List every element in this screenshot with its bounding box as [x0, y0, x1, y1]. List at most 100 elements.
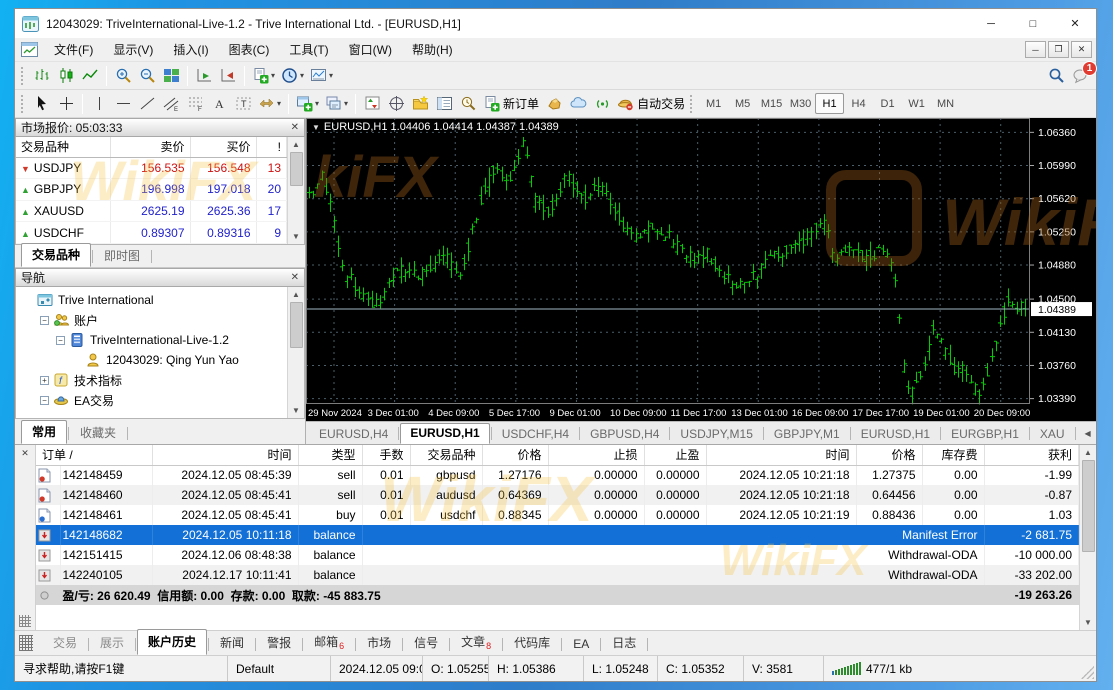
notifications-button[interactable]: 1	[1068, 61, 1097, 87]
market-watch-row[interactable]: ▲ USDCHF 0.89307 0.89316 9	[16, 221, 287, 244]
templates-button[interactable]: ▾	[307, 64, 336, 87]
market-watch-header[interactable]: 交易品种 卖价 买价!	[16, 137, 287, 158]
maximize-button[interactable]: □	[1012, 9, 1054, 38]
market-watch-column-header[interactable]: 买价	[190, 137, 257, 158]
arrows-button[interactable]: ▾	[255, 92, 284, 115]
timeframe-w1[interactable]: W1	[902, 93, 931, 114]
new-order-button[interactable]: 新订单	[480, 92, 542, 115]
new-chart-button[interactable]: ▾	[293, 92, 322, 115]
title-bar[interactable]: 12043029: TriveInternational-Live-1.2 - …	[15, 9, 1096, 38]
terminal-tab-账户历史[interactable]: 账户历史	[137, 629, 208, 655]
chart-tab[interactable]: USDJPY,M15	[671, 425, 761, 444]
history-row[interactable]: 142240105 2024.12.17 10:11:41 balance Withd…	[36, 565, 1079, 585]
dropdown-arrow-icon[interactable]: ▾	[315, 99, 319, 108]
timeframe-m15[interactable]: M15	[757, 93, 786, 114]
scroll-up-icon[interactable]: ▲	[289, 287, 304, 302]
chart-tab[interactable]: EURUSD,H4	[310, 425, 397, 444]
chart-window[interactable]: ▼ EURUSD,H1 1.04406 1.04414 1.04387 1.043…	[306, 118, 1096, 421]
timeframe-m1[interactable]: M1	[699, 93, 728, 114]
timeframe-m30[interactable]: M30	[786, 93, 815, 114]
scroll-thumb[interactable]	[289, 152, 303, 186]
strategy-tester-button[interactable]	[456, 92, 480, 115]
toolbar-grip[interactable]	[21, 66, 26, 85]
data-window-button[interactable]	[384, 92, 408, 115]
tab-收藏夹[interactable]: 收藏夹	[70, 422, 126, 444]
navigator-caption[interactable]: 导航 ✕	[15, 268, 305, 287]
navigator-close-icon[interactable]: ✕	[291, 272, 299, 283]
channel-button[interactable]: E	[159, 92, 183, 115]
menu-item[interactable]: 文件(F)	[44, 40, 103, 60]
scroll-up-icon[interactable]: ▲	[1081, 445, 1096, 460]
history-column-header[interactable]: 订单 /	[36, 445, 153, 466]
navigator-item[interactable]: − 账户	[16, 310, 287, 330]
cursor-button[interactable]	[30, 92, 54, 115]
chart-tab[interactable]: GBPUSD,H4	[581, 425, 668, 444]
dropdown-arrow-icon[interactable]: ▾	[300, 71, 304, 80]
menu-item[interactable]: 工具(T)	[279, 40, 338, 60]
toolbar-grip[interactable]	[21, 94, 26, 113]
navigator-item[interactable]: 12043029: Qing Yun Yao	[16, 350, 287, 370]
chart-tab[interactable]: EURGBP,H1	[942, 425, 1028, 444]
dropdown-arrow-icon[interactable]: ▾	[344, 99, 348, 108]
toolbar-grip[interactable]	[690, 94, 695, 113]
terminal-tab-交易[interactable]: 交易	[43, 631, 87, 655]
history-row[interactable]: 142148682 2024.12.05 10:11:18 balance Manif…	[36, 525, 1079, 545]
chart-tab[interactable]: EURUSD,H1	[400, 423, 490, 444]
navigator-item[interactable]: + f 技术指标	[16, 370, 287, 390]
text-label-button[interactable]: T	[231, 92, 255, 115]
collapse-minus-icon[interactable]: −	[40, 315, 49, 325]
history-column-header[interactable]: 止损	[548, 445, 645, 466]
dropdown-arrow-icon[interactable]: ▾	[271, 71, 275, 80]
terminal-tab-日志[interactable]: 日志	[602, 631, 646, 655]
navigator-toggle-button[interactable]	[408, 92, 432, 115]
resize-grip[interactable]	[1081, 666, 1094, 679]
market-watch-column-header[interactable]: 卖价	[110, 137, 191, 158]
history-column-header[interactable]: 手数	[362, 445, 411, 466]
history-row[interactable]: 142148461 2024.12.05 08:45:41 buy 0.01 usdch…	[36, 505, 1079, 525]
tab-交易品种[interactable]: 交易品种	[21, 243, 92, 267]
scroll-down-icon[interactable]: ▼	[289, 403, 304, 418]
history-row[interactable]: 142148460 2024.12.05 08:45:41 sell 0.01 audu…	[36, 485, 1079, 505]
dropdown-arrow-icon[interactable]: ▾	[277, 99, 281, 108]
terminal-grid-icon[interactable]	[19, 615, 31, 627]
mdi-restore-button[interactable]: ❐	[1048, 41, 1069, 58]
navigator-scrollbar[interactable]: ▲ ▼	[287, 287, 304, 418]
dropdown-arrow-icon[interactable]: ▾	[329, 71, 333, 80]
terminal-tab-代码库[interactable]: 代码库	[504, 631, 560, 655]
timeframe-h4[interactable]: H4	[844, 93, 873, 114]
profiles-button[interactable]: ▾	[322, 92, 351, 115]
timeframe-h1[interactable]: H1	[815, 93, 845, 114]
auto-scroll-button[interactable]	[192, 64, 216, 87]
history-column-header[interactable]: 止盈	[644, 445, 707, 466]
fibonacci-button[interactable]: F	[183, 92, 207, 115]
menu-item[interactable]: 窗口(W)	[339, 40, 402, 60]
chart-shift-button[interactable]	[216, 64, 240, 87]
expand-plus-icon[interactable]: +	[40, 375, 49, 385]
terminal-tab-EA[interactable]: EA	[563, 634, 599, 655]
mdi-minimize-button[interactable]: ─	[1025, 41, 1046, 58]
mdi-close-button[interactable]: ✕	[1071, 41, 1092, 58]
close-button[interactable]: ✕	[1054, 9, 1096, 38]
autotrading-button[interactable]: 自动交易	[614, 92, 688, 115]
terminal-tab-市场[interactable]: 市场	[357, 631, 401, 655]
history-row[interactable]: 142148459 2024.12.05 08:45:39 sell 0.01 gbpu…	[36, 465, 1079, 485]
terminal-tab-展示[interactable]: 展示	[90, 631, 134, 655]
history-row[interactable]: 142151415 2024.12.06 08:48:38 balance Withd…	[36, 545, 1079, 565]
scroll-thumb[interactable]	[289, 302, 303, 348]
chart-window-icon[interactable]	[21, 42, 38, 57]
terminal-tab-文章[interactable]: 文章8	[451, 630, 501, 655]
terminal-scrollbar[interactable]: ▲ ▼	[1079, 445, 1096, 630]
text-button[interactable]: A	[207, 92, 231, 115]
tile-windows-button[interactable]	[159, 64, 183, 87]
history-column-header[interactable]: 交易品种	[410, 445, 483, 466]
tab-即时图[interactable]: 即时图	[94, 245, 150, 267]
chart-tab[interactable]: EURUSD,H1	[852, 425, 939, 444]
history-column-header[interactable]: 获利	[984, 445, 1079, 466]
terminal-tab-信号[interactable]: 信号	[404, 631, 448, 655]
terminal-toggle-button[interactable]	[432, 92, 456, 115]
terminal-tab-邮箱[interactable]: 邮箱6	[304, 630, 354, 655]
market-button[interactable]	[542, 92, 566, 115]
market-watch-toggle-button[interactable]	[360, 92, 384, 115]
timeframe-m5[interactable]: M5	[728, 93, 757, 114]
timeframe-mn[interactable]: MN	[931, 93, 960, 114]
